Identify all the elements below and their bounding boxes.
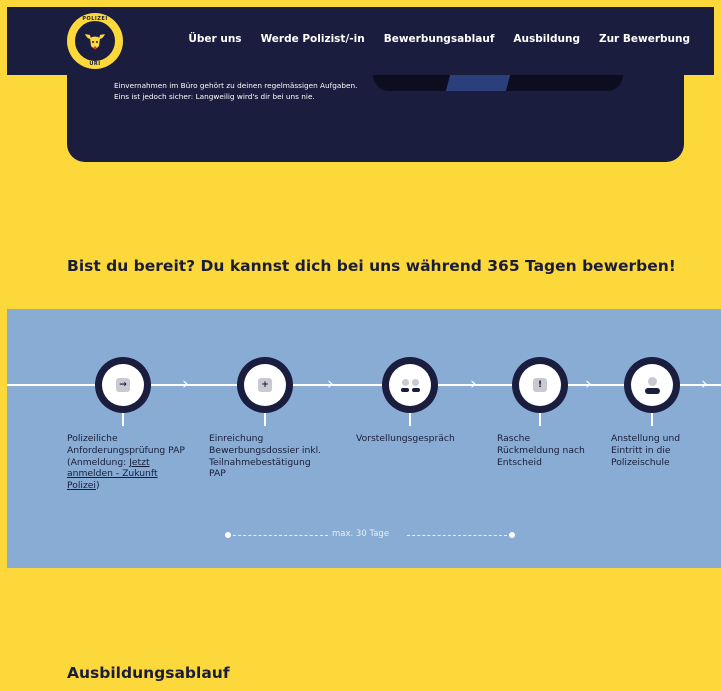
timeline-dash (407, 534, 507, 536)
people-icon (400, 378, 420, 392)
hero-image (373, 75, 623, 91)
step-label-employment: Anstellung und Eintritt in die Polizeisc… (611, 433, 681, 468)
logo-polizei-uri[interactable]: POLIZEI URI (67, 13, 123, 69)
step-circle (382, 357, 438, 413)
timeline-end-dot (509, 532, 515, 538)
cta-heading: Bist du bereit? Du kannst dich bei uns w… (67, 257, 676, 275)
exclamation-icon: ! (533, 378, 547, 392)
step-stem (122, 413, 124, 426)
document-add-icon: + (258, 378, 272, 392)
timeline-30-days: max. 30 Tage (225, 529, 515, 541)
section-title-ausbildungsablauf: Ausbildungsablauf (67, 664, 230, 682)
step-circle: → (95, 357, 151, 413)
process-line (680, 384, 721, 386)
arrow-right-icon: → (116, 378, 130, 392)
step-circle: ! (512, 357, 568, 413)
hero-image-accent (445, 75, 511, 91)
step-label-dossier: Einreichung Bewerbungsdossier inkl. Teil… (209, 433, 322, 480)
step-circle (624, 357, 680, 413)
application-process: › › › › › → Polizeiliche Anforderungsprü… (7, 309, 721, 568)
process-line (293, 384, 382, 386)
logo-top-text: POLIZEI (82, 16, 108, 22)
step-label-feedback: Rasche Rückmeldung nach Entscheid (497, 433, 585, 468)
step-label-pap: Polizeiliche Anforderungsprüfung PAP (An… (67, 433, 185, 492)
bull-head-icon (73, 19, 117, 63)
timeline-label: max. 30 Tage (328, 529, 394, 539)
step-stem (264, 413, 266, 426)
hero-text: Einvernahmen im Büro gehört zu deinen re… (114, 81, 358, 101)
process-line (438, 384, 512, 386)
step-stem (409, 413, 411, 426)
nav-link-werde-polizist[interactable]: Werde Polizist/-in (261, 33, 365, 45)
timeline-start-dot (225, 532, 231, 538)
hero-card: Einvernahmen im Büro gehört zu deinen re… (67, 75, 684, 162)
step-text-pap: Polizeiliche Anforderungsprüfung PAP (An… (67, 433, 185, 468)
nav-link-zur-bewerbung[interactable]: Zur Bewerbung (599, 33, 690, 45)
nav-link-bewerbungsablauf[interactable]: Bewerbungsablauf (384, 33, 495, 45)
user-add-icon (644, 376, 660, 394)
step-stem (539, 413, 541, 426)
step-stem (651, 413, 653, 426)
step-label-interview: Vorstellungsgespräch (356, 433, 455, 444)
process-line (568, 384, 624, 386)
nav-link-ueber-uns[interactable]: Über uns (188, 33, 241, 45)
process-line (151, 384, 237, 386)
step-text-pap-end: ) (95, 480, 100, 492)
process-line (7, 384, 95, 386)
timeline-dash (233, 534, 328, 536)
nav-links: Über uns Werde Polizist/-in Bewerbungsab… (188, 33, 690, 45)
logo-bottom-text: URI (89, 61, 101, 67)
step-circle: + (237, 357, 293, 413)
main-navigation: POLIZEI URI Über uns Werde Polizist/-in … (7, 7, 714, 75)
nav-link-ausbildung[interactable]: Ausbildung (513, 33, 580, 45)
